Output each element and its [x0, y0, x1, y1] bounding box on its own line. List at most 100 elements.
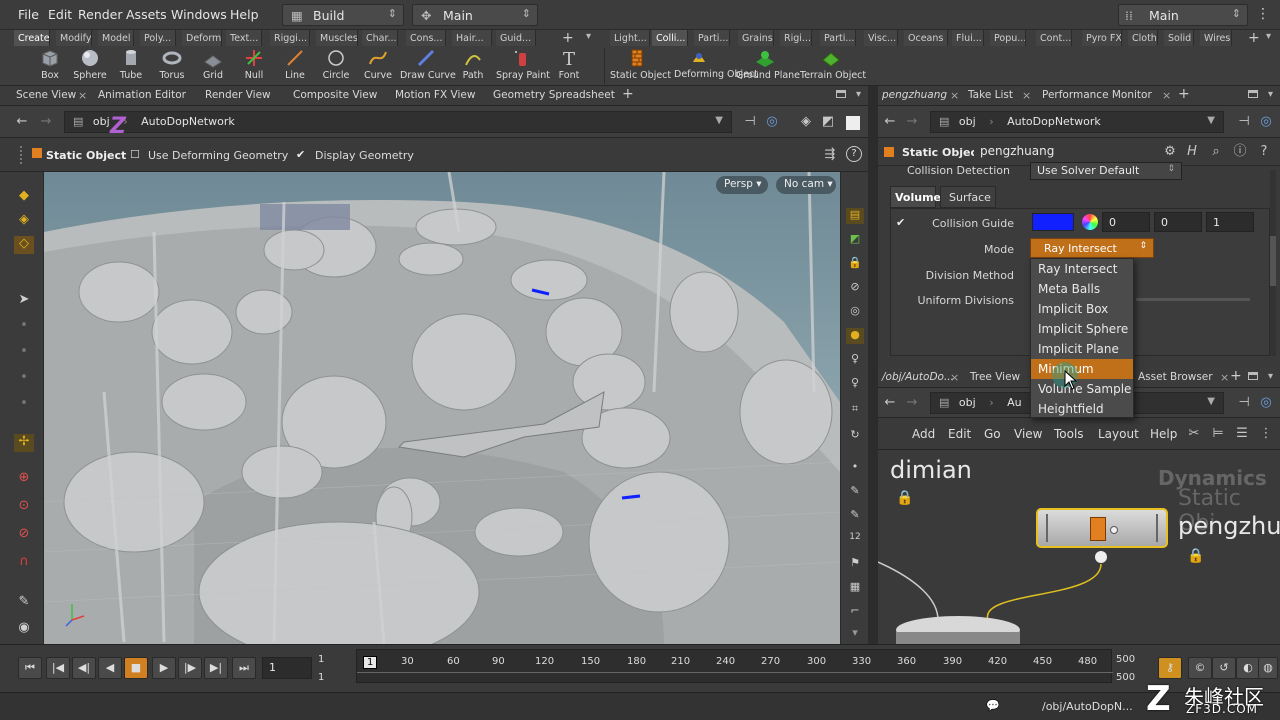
pane-splitter[interactable] [868, 86, 878, 644]
shelf-tab-poly[interactable]: Poly... [140, 30, 176, 46]
tool-sphere[interactable]: Sphere [72, 48, 108, 81]
tool-circle[interactable]: Circle [320, 48, 352, 81]
collision-detection-select[interactable]: Use Solver Default ⇕ [1030, 162, 1182, 180]
menu-view[interactable]: View [1014, 427, 1042, 441]
shelf-tab-grains[interactable]: Grains [738, 30, 774, 46]
shelf-tab-text[interactable]: Text... [226, 30, 262, 46]
option-minimum[interactable]: Minimum [1031, 359, 1133, 379]
range-end[interactable]: 500 [1116, 654, 1135, 665]
back-arrow-icon[interactable]: ← [14, 114, 30, 130]
close-icon[interactable]: × [1022, 89, 1031, 102]
options-icon[interactable]: ⇶ [822, 147, 838, 163]
add-tab-icon[interactable]: + [1230, 368, 1242, 384]
light-bulb-icon[interactable]: ♀ [846, 352, 864, 368]
loop-icon[interactable]: ↺ [1212, 657, 1236, 679]
params-scrollbar[interactable] [1270, 170, 1276, 356]
help-h-icon[interactable]: H [1184, 144, 1200, 160]
menu-assets[interactable]: Assets [126, 7, 167, 22]
more-icon[interactable]: ⋮ [1258, 426, 1274, 442]
prev-key-button[interactable]: |◀ [46, 657, 70, 679]
tab-geometry-spreadsheet[interactable]: Geometry Spreadsheet [493, 89, 615, 101]
tool-terrain-object[interactable]: Terrain Object [800, 48, 866, 81]
path-node[interactable]: Au [1007, 396, 1022, 409]
list-icon[interactable]: ☰ [1234, 426, 1250, 442]
output-connector[interactable] [1110, 526, 1118, 534]
guide-color-g-field[interactable]: 0 [1154, 212, 1202, 232]
forward-arrow-icon[interactable]: → [904, 114, 920, 130]
menu-help[interactable]: Help [230, 7, 259, 22]
camera-menu[interactable]: No cam ▾ [776, 176, 836, 194]
menu-windows[interactable]: Windows [171, 7, 227, 22]
add-tab-icon[interactable]: + [622, 86, 634, 102]
pin-icon[interactable]: ⊣ [1236, 114, 1252, 130]
no-entry-icon[interactable]: ⊘ [846, 280, 864, 296]
background-color-icon[interactable] [846, 116, 860, 130]
path-root[interactable]: obj [959, 115, 976, 128]
handle-icon[interactable]: • [14, 318, 34, 336]
audio-icon[interactable]: ◐ [1236, 657, 1260, 679]
tab-asset-browser[interactable]: Asset Browser [1138, 371, 1213, 383]
range-start-2[interactable]: 1 [318, 672, 324, 683]
shelf-tab-rigging[interactable]: Riggi... [270, 30, 310, 46]
snapshot-icon[interactable]: ⌗ [846, 402, 864, 418]
pointer-icon[interactable]: ➤ [14, 292, 34, 310]
close-icon[interactable]: × [950, 89, 959, 102]
scale-tool-icon[interactable]: ⊙ [14, 498, 34, 516]
node-output-dot[interactable] [1095, 551, 1107, 563]
shelf-tab-create[interactable]: Create [14, 30, 50, 46]
tool-tube[interactable]: Tube [116, 48, 146, 81]
collision-guide-color-swatch[interactable] [1032, 213, 1074, 231]
menu-go[interactable]: Go [984, 427, 1001, 441]
close-icon[interactable]: × [78, 89, 87, 102]
tool-line[interactable]: Line [280, 48, 310, 81]
path-root[interactable]: obj [93, 115, 110, 128]
tab-scene-view[interactable]: Scene View [16, 89, 76, 101]
path-node[interactable]: AutoDopNetwork [141, 115, 235, 128]
twelve-icon[interactable]: 12 [846, 532, 864, 548]
tool-path[interactable]: Path [458, 48, 488, 81]
tab-motion-fx-view[interactable]: Motion FX View [395, 89, 475, 101]
lock-icon[interactable]: 🔒 [1187, 548, 1204, 564]
tool-curve[interactable]: Curve [362, 48, 394, 81]
pose-icon[interactable]: • [14, 370, 34, 388]
shelf-tab-particle-fluids[interactable]: Parti... [820, 30, 856, 46]
range-end-2[interactable]: 500 [1116, 672, 1135, 683]
dot-icon[interactable]: • [846, 460, 864, 476]
option-heightfield[interactable]: Heightfield [1031, 399, 1133, 419]
path-node[interactable]: AutoDopNetwork [1007, 115, 1101, 128]
color-wheel-icon[interactable] [1082, 214, 1098, 230]
option-ray-intersect[interactable]: Ray Intersect [1031, 259, 1133, 279]
shelf-tab-particles[interactable]: Parti... [694, 30, 730, 46]
jump-start-button[interactable]: ⏮ [18, 657, 42, 679]
add-shelf-icon[interactable]: + [562, 30, 574, 46]
shelf-tab-guide[interactable]: Guid... [496, 30, 536, 46]
magnet-icon[interactable]: ∩ [14, 554, 34, 572]
tool-torus[interactable]: Torus [156, 48, 188, 81]
maximize-icon[interactable] [836, 90, 846, 98]
tab-surface[interactable]: Surface [940, 186, 996, 208]
maximize-icon[interactable] [1248, 90, 1258, 98]
close-icon[interactable]: × [1220, 371, 1229, 384]
option-implicit-plane[interactable]: Implicit Plane [1031, 339, 1133, 359]
rotate-tool-icon[interactable]: ⊕ [14, 470, 34, 488]
menu-overflow-icon[interactable]: ⋮ [1256, 6, 1270, 22]
tool-box[interactable]: Box [36, 48, 64, 81]
tab-render-view[interactable]: Render View [205, 89, 271, 101]
shelf-tab-rigid[interactable]: Rigi... [780, 30, 812, 46]
network-editor[interactable]: dimian 🔒 Dynamics Static Obj pengzhu 🔒 [878, 450, 1280, 644]
chevron-down-icon[interactable]: ▼ [1207, 396, 1215, 407]
shading-icon[interactable]: ◩ [820, 114, 836, 130]
back-arrow-icon[interactable]: ← [882, 114, 898, 130]
current-frame-field[interactable]: 1 [262, 657, 312, 679]
link-icon[interactable]: ◎ [1258, 395, 1274, 411]
next-key-button[interactable]: ▶| [204, 657, 228, 679]
shelf-tab-lights[interactable]: Light... [610, 30, 650, 46]
menu-edit[interactable]: Edit [948, 427, 971, 441]
shelf-tab-muscles[interactable]: Muscles [316, 30, 358, 46]
shelf-tab-solid[interactable]: Solid [1164, 30, 1194, 46]
forward-arrow-icon[interactable]: → [904, 395, 920, 411]
tree-icon[interactable]: ⊨ [1210, 426, 1226, 442]
right-context-select[interactable]: ⁞⁞ Main ⇕ [1118, 4, 1248, 26]
tool-ground-plane[interactable]: Ground Plane [736, 48, 800, 81]
mode-select[interactable]: Ray Intersect ⇕ [1030, 238, 1154, 258]
